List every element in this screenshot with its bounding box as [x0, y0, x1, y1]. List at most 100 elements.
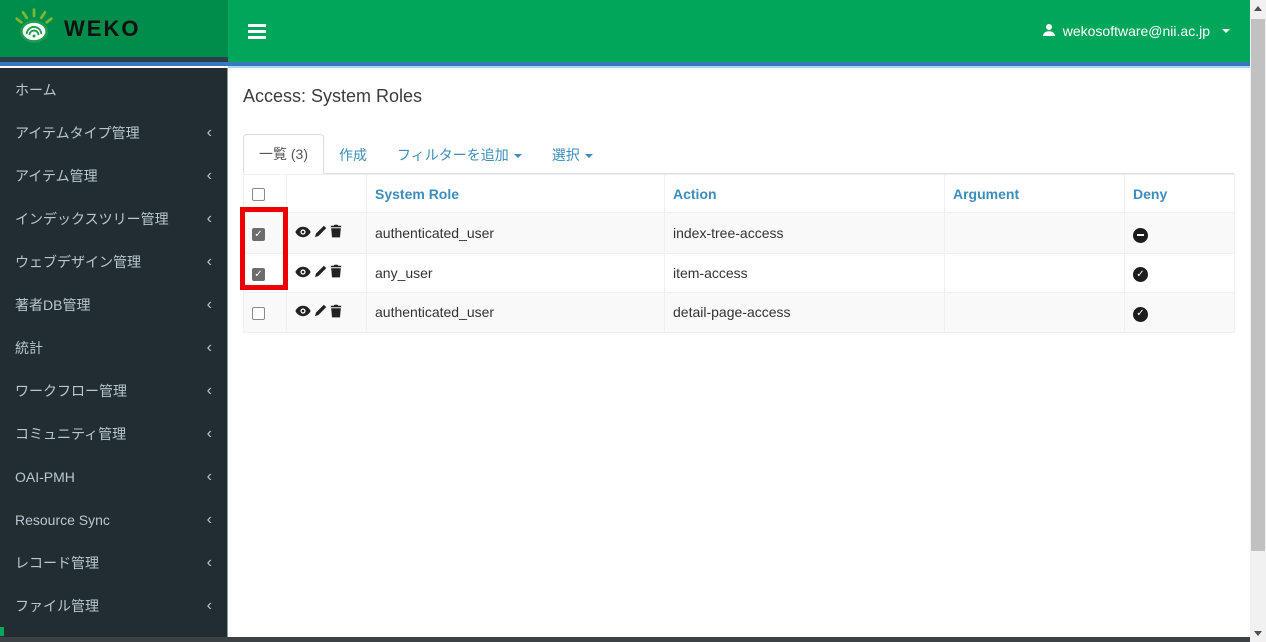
view-button[interactable] — [295, 265, 311, 281]
row-checkbox-cell — [243, 292, 287, 333]
system-role-cell: any_user — [366, 252, 665, 293]
select-all-header-cell — [243, 174, 287, 213]
trash-icon — [330, 304, 342, 321]
table-row: ✓ any_user item-access ✓ — [243, 252, 1235, 293]
chevron-left-icon: ‹ — [206, 252, 212, 270]
caret-down-icon — [513, 154, 522, 159]
sidebar-item-file-mgmt[interactable]: ファイル管理 ‹ — [0, 584, 227, 627]
sidebar-item-label: Resource Sync — [15, 511, 110, 528]
argument-cell — [944, 292, 1125, 333]
chevron-left-icon: ‹ — [206, 123, 212, 141]
scroll-down-button[interactable] — [1250, 625, 1266, 642]
active-item-indicator — [0, 627, 4, 636]
row-checkbox[interactable]: ✓ — [252, 267, 265, 281]
pencil-icon — [314, 225, 327, 241]
sidebar-item-author-db-mgmt[interactable]: 著者DB管理 ‹ — [0, 283, 227, 326]
tab-list[interactable]: 一覧 (3) — [243, 134, 324, 174]
chevron-left-icon: ‹ — [206, 467, 212, 485]
column-header[interactable]: Argument — [944, 174, 1125, 213]
deny-cell: ✓ — [1124, 252, 1235, 293]
row-checkbox[interactable] — [252, 307, 265, 321]
delete-button[interactable] — [330, 264, 342, 281]
row-actions-cell — [286, 252, 367, 293]
minus-circle-icon — [1133, 227, 1148, 243]
chevron-left-icon: ‹ — [206, 209, 212, 227]
brand-logo[interactable]: WEKO — [0, 0, 228, 57]
row-checkbox[interactable]: ✓ — [252, 227, 265, 241]
triangle-down-icon — [1254, 631, 1262, 636]
check-circle-icon: ✓ — [1133, 306, 1148, 322]
row-checkbox-cell: ✓ — [243, 252, 287, 293]
chevron-left-icon: ‹ — [206, 596, 212, 614]
weko-admin-window: WEKO wekosoftware@nii.ac.jp ホームアイテムタイプ管理… — [0, 0, 1266, 642]
check-circle-icon: ✓ — [1133, 267, 1148, 282]
user-menu[interactable]: wekosoftware@nii.ac.jp — [1036, 0, 1236, 62]
edit-button[interactable] — [314, 304, 327, 320]
triangle-up-icon — [1254, 6, 1262, 11]
table-row: ✓ authenticated_user index-tree-access — [243, 212, 1235, 254]
pencil-icon — [314, 265, 327, 281]
caret-down-icon — [584, 154, 593, 159]
sidebar-item-label: ウェブデザイン管理 — [15, 253, 141, 270]
chevron-left-icon: ‹ — [206, 338, 212, 356]
column-header[interactable]: Action — [664, 174, 945, 213]
tab-label: 選択 — [551, 147, 580, 163]
top-navbar: wekosoftware@nii.ac.jp — [228, 0, 1250, 62]
vertical-scrollbar[interactable] — [1250, 0, 1266, 642]
sidebar-item-workflow-mgmt[interactable]: ワークフロー管理 ‹ — [0, 369, 227, 412]
edit-button[interactable] — [314, 225, 327, 241]
view-button[interactable] — [295, 304, 311, 320]
select-all-checkbox[interactable] — [252, 188, 265, 202]
sidebar-item-item-mgmt[interactable]: アイテム管理 ‹ — [0, 154, 227, 197]
hamburger-icon — [248, 24, 266, 27]
row-actions-cell — [286, 292, 367, 333]
chevron-left-icon: ‹ — [206, 510, 212, 528]
trash-icon — [330, 264, 342, 281]
sidebar-item-label: レコード管理 — [15, 554, 99, 571]
delete-button[interactable] — [330, 224, 342, 241]
eye-icon — [295, 225, 311, 241]
sidebar-item-label: インデックスツリー管理 — [15, 210, 169, 227]
bottom-edge-bar — [0, 637, 1250, 642]
actions-header-cell — [286, 174, 367, 213]
row-actions-cell — [286, 212, 367, 254]
tab-label: フィルターを追加 — [397, 147, 509, 163]
scroll-up-button[interactable] — [1250, 0, 1266, 17]
brand-name: WEKO — [64, 15, 141, 41]
chevron-left-icon: ‹ — [206, 381, 212, 399]
sidebar-item-label: アイテムタイプ管理 — [15, 124, 140, 141]
sidebar-item-item-type-mgmt[interactable]: アイテムタイプ管理 ‹ — [0, 111, 227, 154]
edit-button[interactable] — [314, 265, 327, 281]
delete-button[interactable] — [330, 304, 342, 321]
tab-select[interactable]: 選択 — [537, 136, 608, 174]
tab-label: 一覧 (3) — [259, 146, 308, 162]
column-header[interactable]: System Role — [366, 174, 665, 213]
column-header[interactable]: Deny — [1124, 174, 1235, 213]
sidebar-item-resource-sync[interactable]: Resource Sync ‹ — [0, 498, 227, 541]
sidebar-item-label: 著者DB管理 — [15, 296, 91, 313]
sidebar-item-record-mgmt[interactable]: レコード管理 ‹ — [0, 541, 227, 584]
sidebar-item-index-tree-mgmt[interactable]: インデックスツリー管理 ‹ — [0, 197, 227, 240]
sidebar-item-home[interactable]: ホーム — [0, 68, 227, 111]
sidebar-item-label: OAI-PMH — [15, 468, 75, 485]
sidebar-item-label: アイテム管理 — [15, 167, 98, 184]
tab-create[interactable]: 作成 — [324, 136, 382, 174]
user-email: wekosoftware@nii.ac.jp — [1062, 23, 1210, 39]
sidebar-item-community-mgmt[interactable]: コミュニティ管理 ‹ — [0, 412, 227, 455]
user-icon — [1042, 23, 1056, 40]
sidebar-item-web-design-mgmt[interactable]: ウェブデザイン管理 ‹ — [0, 240, 227, 283]
trash-icon — [330, 224, 342, 241]
sidebar-item-label: ホーム — [15, 81, 57, 98]
table-row: authenticated_user detail-page-access ✓ — [243, 292, 1235, 333]
action-cell: item-access — [664, 252, 945, 293]
sidebar-toggle-button[interactable] — [240, 20, 274, 44]
sidebar-item-oai-pmh[interactable]: OAI-PMH ‹ — [0, 455, 227, 498]
sidebar-item-statistics[interactable]: 統計 ‹ — [0, 326, 227, 369]
scrollbar-thumb[interactable] — [1251, 19, 1265, 551]
page-title: Access: System Roles — [243, 86, 423, 106]
tab-add-filter[interactable]: フィルターを追加 — [382, 136, 537, 174]
action-cell: index-tree-access — [664, 212, 945, 254]
pencil-icon — [314, 304, 327, 320]
eye-icon — [295, 304, 311, 320]
view-button[interactable] — [295, 225, 311, 241]
